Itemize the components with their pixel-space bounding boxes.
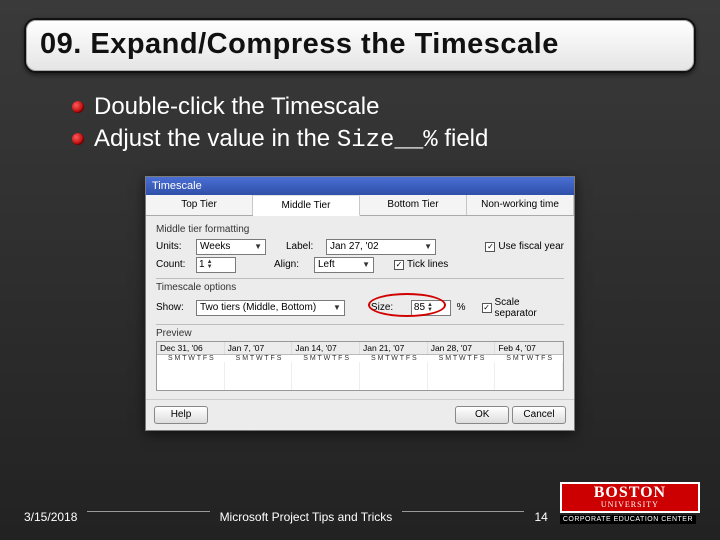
bu-logo: BOSTON UNIVERSITY CORPORATE EDUCATION CE… [560,482,696,524]
checkbox-icon: ✓ [485,242,495,252]
preview-days: S M T W T F S [495,355,563,362]
preview-days: S M T W T F S [157,355,225,362]
preview-header-row: Dec 31, '06 Jan 7, '07 Jan 14, '07 Jan 2… [157,342,563,355]
bullet-2: Adjust the value in the Size__% field [72,123,688,157]
preview-label: Preview [156,328,564,339]
label-value: Jan 27, '02 [330,241,379,252]
fiscal-year-checkbox[interactable]: ✓Use fiscal year [485,241,564,252]
preview-col: Jan 21, '07 [360,342,428,354]
units-combo[interactable]: Weeks ▼ [196,239,266,255]
preview-grid [157,362,563,390]
fiscal-year-label: Use fiscal year [498,241,564,252]
preview-col: Feb 4, '07 [495,342,563,354]
preview-days: S M T W T F S [225,355,293,362]
preview-box: Dec 31, '06 Jan 7, '07 Jan 14, '07 Jan 2… [156,341,564,391]
size-percent: % [457,302,466,313]
count-spinner[interactable]: 1▲▼ [196,257,236,273]
checkbox-icon: ✓ [394,260,404,270]
units-value: Weeks [200,241,230,252]
tick-lines-label: Tick lines [407,259,448,270]
dialog-tabs: Top Tier Middle Tier Bottom Tier Non-wor… [146,195,574,216]
label-label: Label: [286,241,320,252]
preview-col: Jan 14, '07 [292,342,360,354]
logo-line2: UNIVERSITY [566,500,694,509]
count-label: Count: [156,259,190,270]
align-value: Left [318,259,335,270]
footer-title: Microsoft Project Tips and Tricks [220,510,393,524]
dialog-button-row: Help OK Cancel [146,399,574,430]
group-middle-tier: Middle tier formatting [156,224,564,235]
slide-title-card: 09. Expand/Compress the Timescale [24,18,696,73]
tab-bottom-tier[interactable]: Bottom Tier [360,195,467,215]
slide-title: 09. Expand/Compress the Timescale [40,28,680,61]
align-combo[interactable]: Left ▼ [314,257,374,273]
preview-days: S M T W T F S [428,355,496,362]
chevron-down-icon: ▼ [362,260,370,269]
logo-tagline: CORPORATE EDUCATION CENTER [560,515,696,524]
ok-button[interactable]: OK [455,406,509,424]
bullet-2-post: field [438,125,489,152]
dialog-titlebar: Timescale [146,177,574,195]
slide-footer: 3/15/2018 Microsoft Project Tips and Tri… [24,482,696,524]
tab-middle-tier[interactable]: Middle Tier [253,196,360,216]
bullet-2-code: Size__% [337,127,438,154]
tab-nonworking[interactable]: Non-working time [467,195,574,215]
chevron-down-icon: ▼ [254,242,262,251]
help-button[interactable]: Help [154,406,208,424]
preview-col: Dec 31, '06 [157,342,225,354]
highlight-circle [368,293,446,317]
preview-col: Jan 7, '07 [225,342,293,354]
bullet-2-pre: Adjust the value in the [94,125,337,152]
checkbox-icon: ✓ [482,303,492,313]
preview-col: Jan 28, '07 [428,342,496,354]
preview-days: S M T W T F S [292,355,360,362]
align-label: Align: [274,259,308,270]
count-value: 1 [199,259,205,270]
tick-lines-checkbox[interactable]: ✓Tick lines [394,259,448,270]
show-label: Show: [156,302,190,313]
bullet-list: Double-click the Timescale Adjust the va… [32,91,688,158]
logo-line1: BOSTON [566,486,694,500]
cancel-button[interactable]: Cancel [512,406,566,424]
timescale-dialog: Timescale Top Tier Middle Tier Bottom Ti… [145,176,575,431]
chevron-down-icon: ▼ [333,303,341,312]
bullet-1: Double-click the Timescale [72,91,688,123]
show-combo[interactable]: Two tiers (Middle, Bottom) ▼ [196,300,345,316]
footer-page: 14 [534,510,547,524]
units-label: Units: [156,241,190,252]
show-value: Two tiers (Middle, Bottom) [200,302,316,313]
tab-top-tier[interactable]: Top Tier [146,195,253,215]
label-combo[interactable]: Jan 27, '02 ▼ [326,239,436,255]
preview-days: S M T W T F S [360,355,428,362]
scale-separator-label: Scale separator [495,297,564,319]
footer-date: 3/15/2018 [24,510,77,524]
preview-day-row: S M T W T F S S M T W T F S S M T W T F … [157,355,563,362]
chevron-down-icon: ▼ [424,242,432,251]
scale-separator-checkbox[interactable]: ✓Scale separator [482,297,564,319]
group-timescale-options: Timescale options [156,282,564,293]
